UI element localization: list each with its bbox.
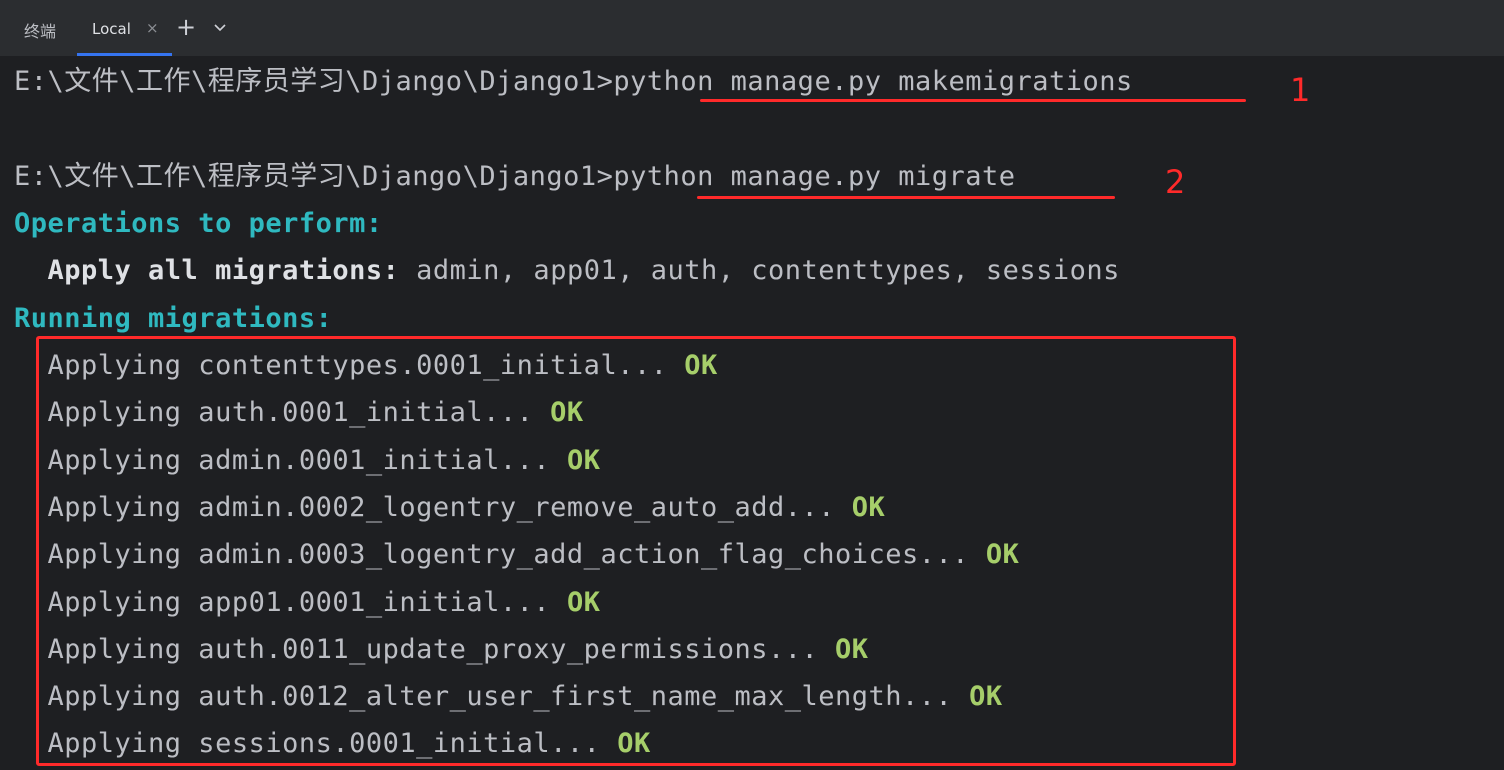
annotation-underline-1 — [700, 99, 1246, 102]
command-line-makemigrations: E:\文件\工作\程序员学习\Django\Django1>python man… — [14, 65, 1133, 99]
command-text: python manage.py makemigrations — [613, 66, 1133, 97]
terminal-tabbar: 终端 Local × + — [0, 0, 1504, 57]
annotation-box — [36, 336, 1236, 766]
prompt-path: E:\文件\工作\程序员学习\Django\Django1> — [14, 66, 614, 97]
command-line-migrate: E:\文件\工作\程序员学习\Django\Django1>python man… — [14, 160, 1016, 194]
apply-all-line: Apply all migrations: admin, app01, auth… — [14, 254, 1120, 288]
tab-local[interactable]: Local × — [77, 0, 172, 56]
active-tab-indicator — [77, 53, 172, 56]
apply-all-value: admin, app01, auth, contenttypes, sessio… — [399, 255, 1120, 286]
annotation-marker-2: 2 — [1165, 163, 1186, 201]
close-icon[interactable]: × — [146, 19, 159, 37]
prompt-path: E:\文件\工作\程序员学习\Django\Django1> — [14, 161, 614, 192]
annotation-underline-2 — [697, 196, 1115, 199]
annotation-marker-1: 1 — [1290, 71, 1311, 109]
running-header: Running migrations: — [14, 303, 333, 334]
add-tab-icon[interactable]: + — [176, 13, 196, 41]
tool-window-title: 终端 — [24, 22, 57, 41]
operations-header: Operations to perform: — [14, 208, 383, 239]
command-text: python manage.py migrate — [613, 161, 1016, 192]
tab-local-label: Local — [92, 20, 131, 38]
chevron-down-icon[interactable] — [212, 20, 228, 40]
apply-all-label: Apply all migrations: — [47, 255, 400, 286]
